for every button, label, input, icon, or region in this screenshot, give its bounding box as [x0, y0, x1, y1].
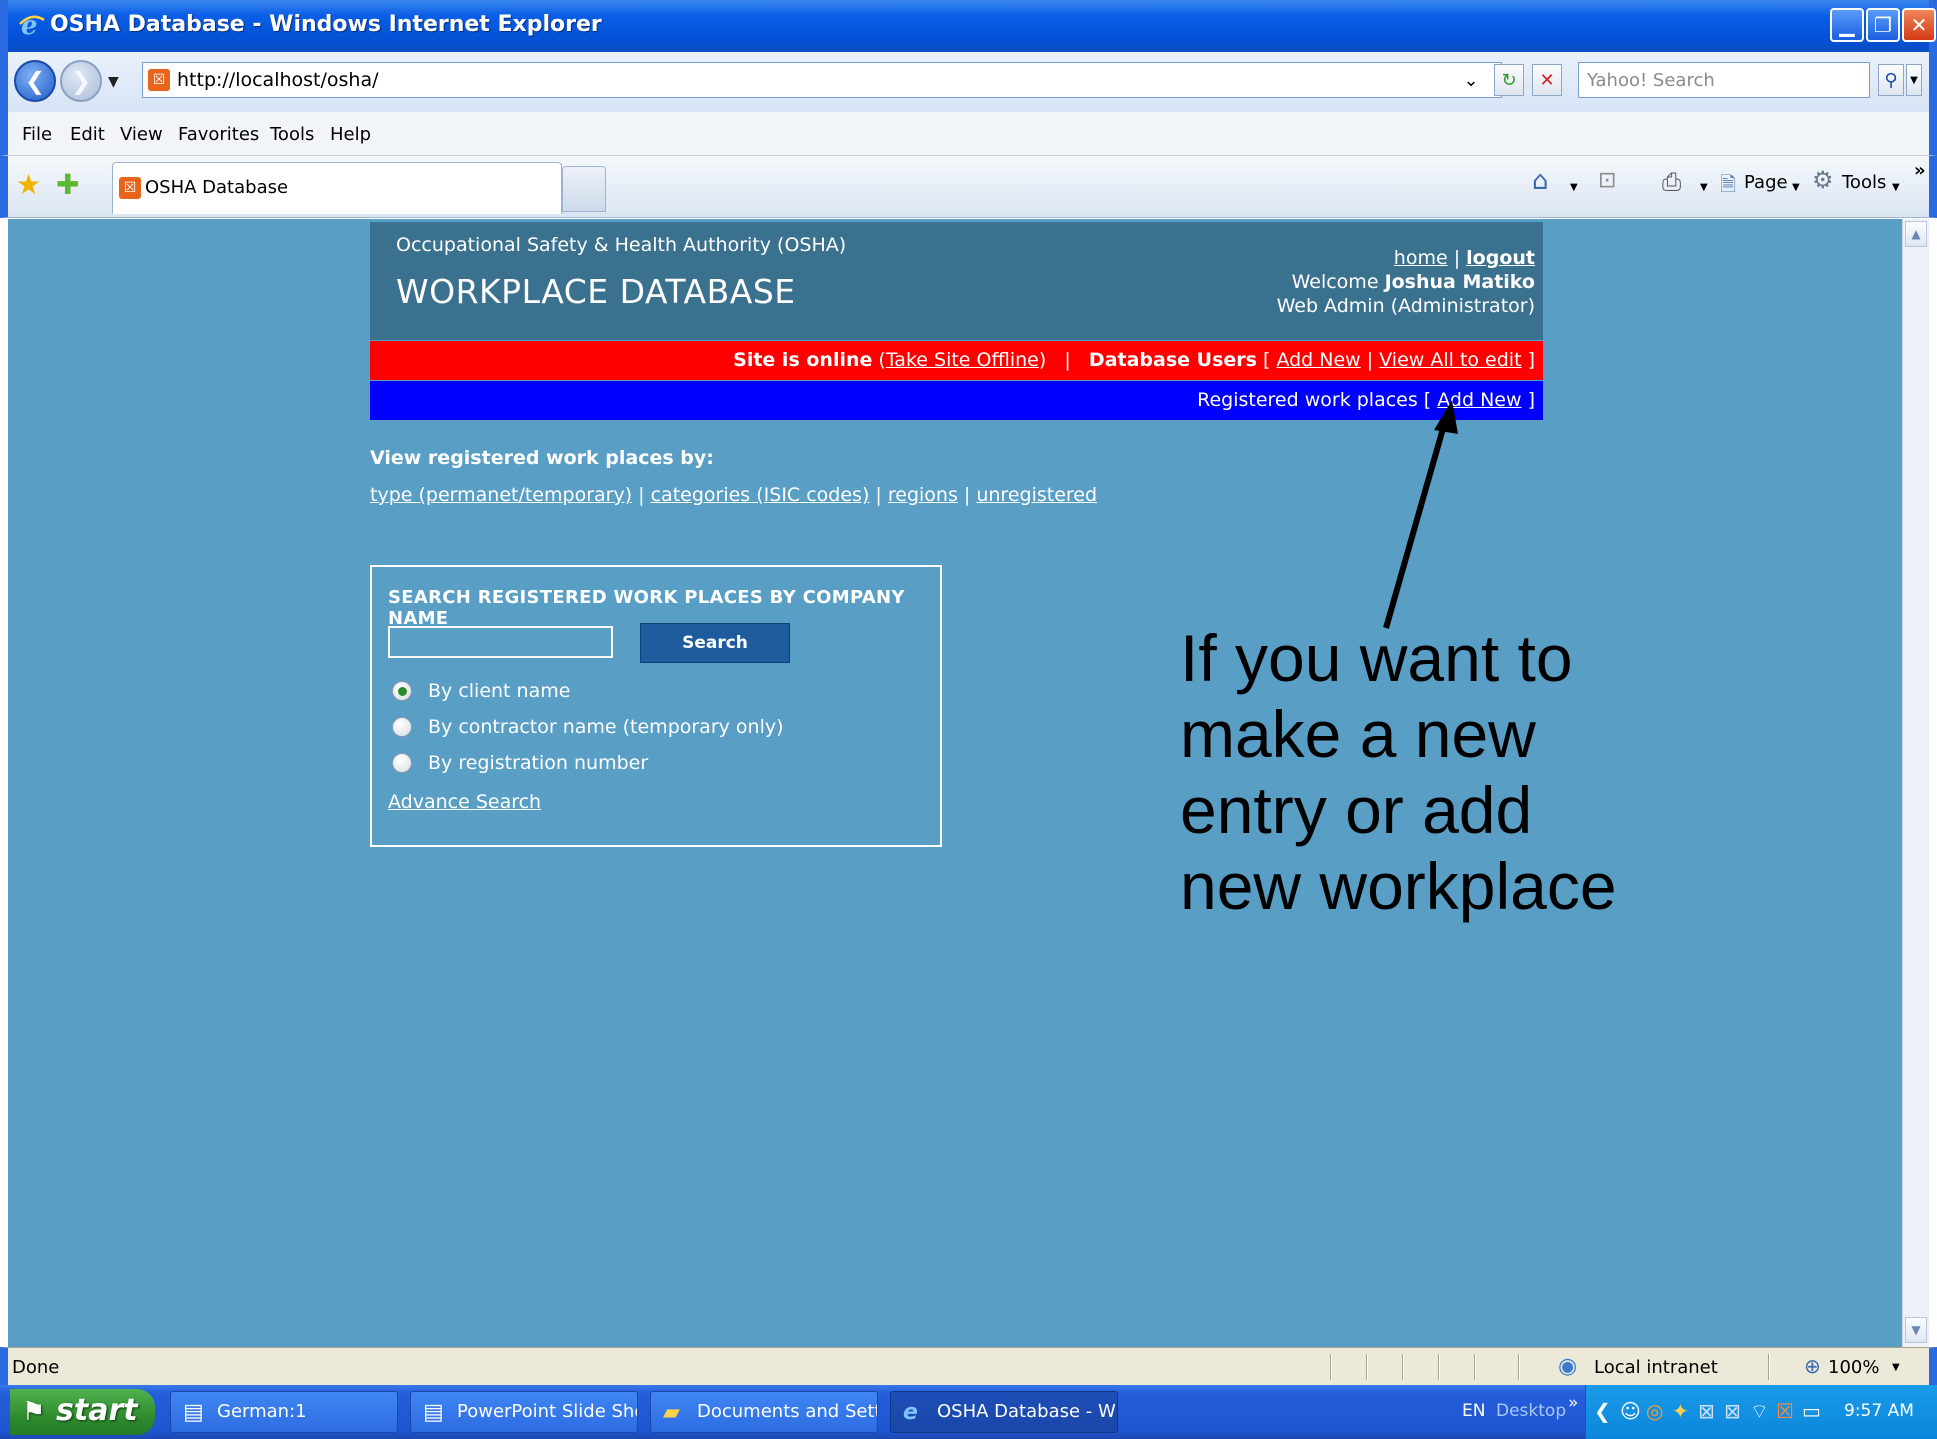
powerpoint-icon: ▤	[423, 1400, 444, 1425]
network-disconnected-icon[interactable]: ⊠	[1698, 1399, 1715, 1423]
annotation-line: entry or add	[1180, 773, 1533, 847]
taskbar-button-label: Documents and Settings	[697, 1401, 878, 1422]
taskbar-button-documents[interactable]: ▰ Documents and Settings	[650, 1391, 878, 1433]
zoom-level[interactable]: 100%	[1828, 1357, 1879, 1378]
wireless-icon[interactable]: ⌔	[1750, 1399, 1769, 1424]
status-divider	[1402, 1354, 1404, 1380]
status-bar: Done ◉ Local intranet ⊕ 100% ▼	[0, 1347, 1937, 1385]
taskbar-button-label: PowerPoint Slide Sho...	[457, 1401, 637, 1422]
annotation-line: make a new	[1180, 697, 1536, 771]
status-text: Done	[12, 1357, 60, 1378]
tray-app-icon[interactable]: ✦	[1672, 1399, 1689, 1423]
status-divider	[1366, 1354, 1368, 1380]
taskbar-button-label: German:1	[217, 1401, 307, 1422]
server-app-icon[interactable]: ☒	[1776, 1399, 1794, 1423]
powerpoint-icon: ▤	[183, 1400, 204, 1425]
status-divider	[1518, 1354, 1520, 1380]
folder-icon: ▰	[663, 1400, 680, 1425]
language-indicator[interactable]: EN	[1462, 1401, 1485, 1421]
start-button[interactable]: ⚑ start	[10, 1389, 155, 1435]
zoom-dropdown-icon[interactable]: ▼	[1892, 1362, 1900, 1373]
firefox-icon[interactable]: ◎	[1646, 1399, 1663, 1423]
display-icon[interactable]: ▭	[1802, 1399, 1821, 1423]
intranet-globe-icon: ◉	[1558, 1354, 1578, 1379]
security-zone-text: Local intranet	[1594, 1357, 1718, 1378]
taskbar-button-label: OSHA Database - Wi...	[937, 1401, 1118, 1422]
annotation-text: If you want to make a new entry or add n…	[1180, 620, 1640, 924]
messenger-icon[interactable]: ☺	[1620, 1399, 1641, 1423]
taskbar-button-german[interactable]: ▤ German:1	[170, 1391, 398, 1433]
internet-explorer-icon: e	[903, 1400, 918, 1425]
toolbar-chevron-icon[interactable]: »	[1568, 1393, 1578, 1413]
system-tray: ❮ ☺ ◎ ✦ ⊠ ⊠ ⌔ ☒ ▭ 9:57 AM	[1585, 1385, 1937, 1439]
status-divider	[1474, 1354, 1476, 1380]
annotation-line: If you want to	[1180, 621, 1573, 695]
zoom-icon: ⊕	[1804, 1354, 1821, 1378]
taskbar-button-powerpoint[interactable]: ▤ PowerPoint Slide Sho...	[410, 1391, 638, 1433]
status-divider	[1438, 1354, 1440, 1380]
windows-taskbar: ⚑ start ▤ German:1 ▤ PowerPoint Slide Sh…	[0, 1385, 1937, 1439]
taskbar-button-osha[interactable]: e OSHA Database - Wi...	[890, 1391, 1118, 1433]
annotation-line: new workplace	[1180, 849, 1617, 923]
network-disconnected-icon[interactable]: ⊠	[1724, 1399, 1741, 1423]
windows-flag-icon: ⚑	[22, 1397, 46, 1427]
start-label: start	[56, 1393, 138, 1428]
status-divider	[1768, 1354, 1770, 1380]
tray-collapse-icon[interactable]: ❮	[1594, 1399, 1611, 1423]
annotation-arrow-icon	[1383, 400, 1458, 629]
desktop-toolbar[interactable]: Desktop	[1496, 1401, 1566, 1421]
clock[interactable]: 9:57 AM	[1844, 1401, 1914, 1421]
status-divider	[1330, 1354, 1332, 1380]
